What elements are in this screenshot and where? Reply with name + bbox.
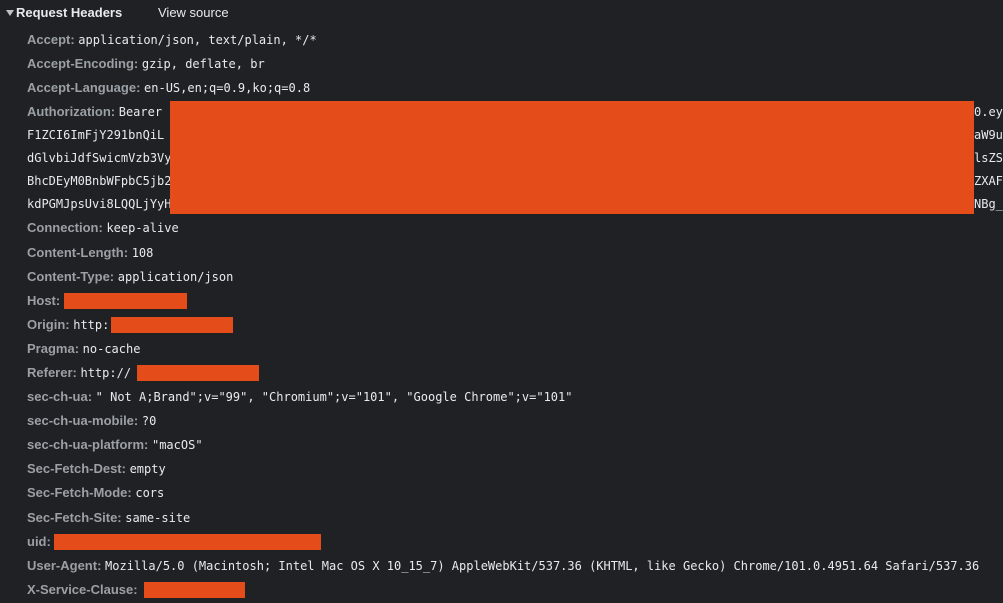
header-value-prefix: Bearer [118,105,163,119]
header-value: cors [135,486,165,500]
header-row-sec-ch-ua-mobile: sec-ch-ua-mobile: ?0 [27,412,156,430]
header-name: Accept-Encoding: [27,56,142,71]
header-name: Sec-Fetch-Dest: [27,461,130,476]
header-name: Authorization: [27,104,119,119]
header-value: ?0 [141,414,157,428]
header-row-sec-fetch-dest: Sec-Fetch-Dest: empty [27,460,166,478]
header-value: same-site [125,511,191,525]
header-name: Accept: [27,32,79,47]
auth-token-tail: NBg_ [974,197,1003,211]
header-value: 108 [131,246,154,260]
header-row-user-agent: User-Agent: Mozilla/5.0 (Macintosh; Inte… [27,557,979,575]
view-source-link[interactable]: View source [158,5,229,20]
header-row-connection: Connection: keep-alive [27,219,179,237]
header-row-sec-ch-ua: sec-ch-ua: " Not A;Brand";v="99", "Chrom… [27,388,572,406]
origin-redaction-block [111,317,233,333]
auth-token-line: kdPGMJpsUvi8LQQLjYyH [27,197,172,211]
header-value: application/json [117,270,234,284]
header-row-accept-language: Accept-Language: en-US,en;q=0.9,ko;q=0.8 [27,79,310,97]
header-row-accept: Accept: application/json, text/plain, */… [27,31,317,49]
header-row-referer: Referer: http:// [27,364,131,382]
auth-token-line: dGlvbiJdfSwicmVzb3Vy [27,151,172,165]
header-value: en-US,en;q=0.9,ko;q=0.8 [144,81,311,95]
header-value: http:// [80,366,132,380]
header-name: sec-ch-ua-mobile: [27,413,142,428]
referer-redaction-block [137,365,259,381]
header-row-sec-fetch-site: Sec-Fetch-Site: same-site [27,509,190,527]
header-value: gzip, deflate, br [141,57,265,71]
auth-token-tail: aW9u [974,128,1003,142]
header-name: X-Service-Clause: [27,582,138,597]
header-name: Content-Type: [27,269,118,284]
header-value: no-cache [82,342,141,356]
x-service-clause-redaction-block [144,582,245,598]
host-redaction-block [64,293,187,309]
header-value: Mozilla/5.0 (Macintosh; Intel Mac OS X 1… [105,559,980,573]
request-headers-section-header[interactable]: Request Headers View source [0,0,1003,27]
header-name: uid: [27,534,51,549]
header-value: http: [73,318,110,332]
header-value: application/json, text/plain, */* [78,33,317,47]
header-name: Content-Length: [27,245,132,260]
header-row-accept-encoding: Accept-Encoding: gzip, deflate, br [27,55,265,73]
header-row-sec-ch-ua-platform: sec-ch-ua-platform: "macOS" [27,436,203,454]
auth-token-line: F1ZCI6ImFjY291bnQiL [27,128,165,142]
header-value: " Not A;Brand";v="99", "Chromium";v="101… [95,390,573,404]
header-value: keep-alive [106,221,179,235]
header-row-content-type: Content-Type: application/json [27,268,233,286]
header-row-x-service-clause: X-Service-Clause: [27,581,138,599]
header-row-content-length: Content-Length: 108 [27,244,153,262]
header-row-uid: uid: [27,533,51,551]
header-value: empty [129,462,166,476]
header-name: sec-ch-ua: [27,389,96,404]
auth-token-tail: 0.ey [974,105,1003,119]
auth-token-tail: lsZS [974,151,1003,165]
header-name: Sec-Fetch-Site: [27,510,126,525]
auth-token-line: BhcDEyM0BnbWFpbC5jb2 [27,174,172,188]
header-name: Sec-Fetch-Mode: [27,485,136,500]
header-row-host: Host: [27,292,60,310]
auth-token-tail: ZXAF [974,174,1003,188]
authorization-redaction-block [170,101,974,214]
header-name: Accept-Language: [27,80,145,95]
section-title[interactable]: Request Headers [16,5,122,20]
header-row-authorization: Authorization: Bearer [27,103,162,121]
header-name: User-Agent: [27,558,106,573]
header-name: Pragma: [27,341,83,356]
uid-redaction-block [54,534,321,550]
header-value: "macOS" [151,438,203,452]
header-row-origin: Origin: http: [27,316,109,334]
header-name: sec-ch-ua-platform: [27,437,152,452]
header-row-sec-fetch-mode: Sec-Fetch-Mode: cors [27,484,164,502]
header-name: Referer: [27,365,81,380]
header-row-pragma: Pragma: no-cache [27,340,140,358]
header-name: Host: [27,293,61,308]
header-name: Connection: [27,220,107,235]
expand-triangle-icon[interactable] [6,10,14,16]
header-name: Origin: [27,317,74,332]
